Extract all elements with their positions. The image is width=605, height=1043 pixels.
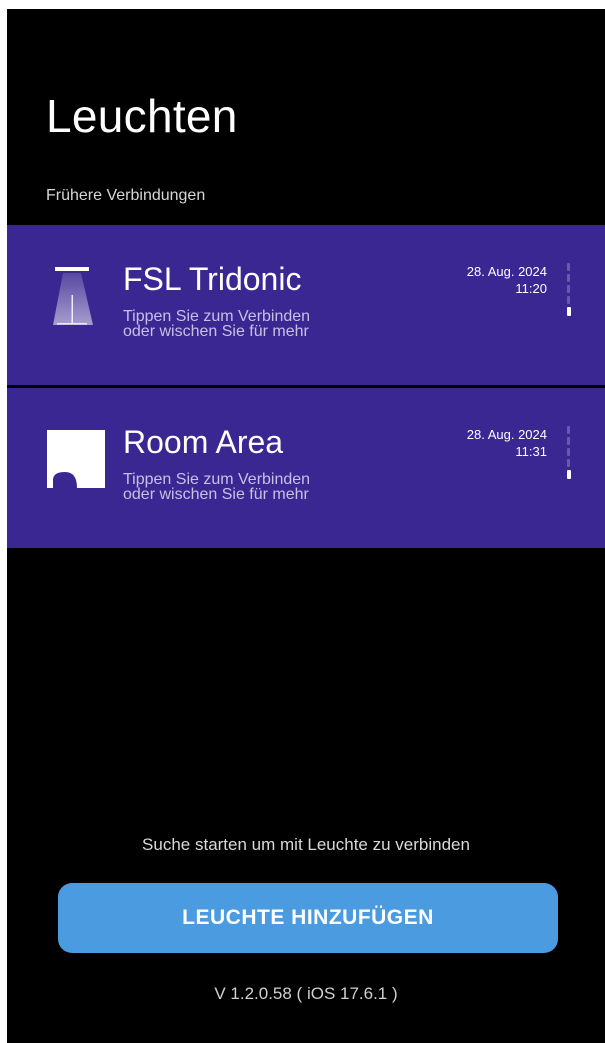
room-area-icon [47, 428, 105, 492]
connection-hint: Tippen Sie zum Verbinden oder wischen Si… [123, 471, 311, 503]
connection-date: 28. Aug. 2024 [466, 264, 547, 279]
connection-name: FSL Tridonic [123, 261, 302, 297]
version-label: V 1.2.0.58 ( iOS 17.6.1 ) [214, 984, 398, 1003]
swipe-indicator [566, 426, 571, 490]
connection-card-fsl-tridonic[interactable]: FSL Tridonic Tippen Sie zum Verbinden od… [7, 225, 605, 385]
add-luminaire-button[interactable]: LEUCHTE HINZUFÜGEN [58, 883, 558, 953]
connection-name: Room Area [123, 424, 284, 460]
section-label-previous-connections: Frühere Verbindungen [46, 187, 206, 204]
connection-timestamp: 28. Aug. 2024 11:31 [467, 426, 547, 460]
connection-time: 11:20 [515, 281, 547, 296]
connection-date: 28. Aug. 2024 [466, 427, 547, 442]
app-screen: Leuchten Frühere Verbindungen FSL Tridon… [7, 9, 605, 1043]
swipe-indicator [566, 263, 571, 327]
connection-card-room-area[interactable]: Room Area Tippen Sie zum Verbinden oder … [7, 388, 605, 548]
connection-time: 11:31 [515, 444, 547, 459]
connection-hint: Tippen Sie zum Verbinden oder wischen Si… [123, 308, 311, 340]
search-hint: Suche starten um mit Leuchte zu verbinde… [142, 835, 470, 854]
connection-timestamp: 28. Aug. 2024 11:20 [467, 263, 547, 297]
page-title: Leuchten [46, 90, 238, 142]
ceiling-lamp-icon [47, 265, 105, 329]
